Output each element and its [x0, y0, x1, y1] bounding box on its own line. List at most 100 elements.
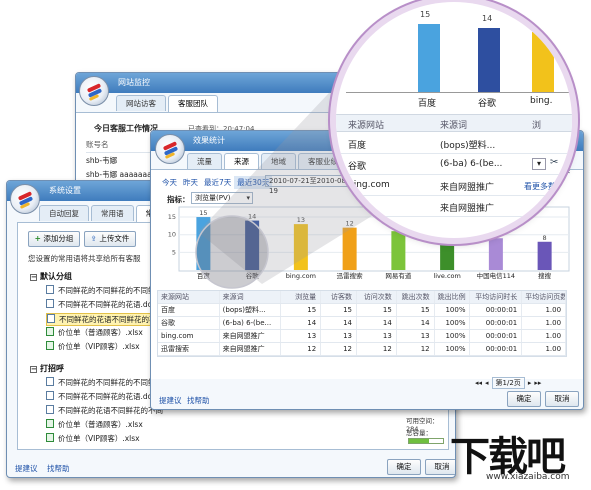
table-header-cell[interactable]: 平均访问时长 [470, 291, 523, 303]
tab-region[interactable]: 地域 [261, 153, 296, 169]
zoom-cell: 谷歌 [348, 162, 367, 172]
file-item[interactable]: 价位单（普通顾客）.xlsx [46, 419, 143, 430]
table-header-cell[interactable]: 浏览量 [281, 291, 322, 303]
file-item[interactable]: 价位单（VIP顾客）.xlsx [46, 433, 140, 444]
monitor-titlebar[interactable]: 网站监控 [76, 73, 354, 93]
table-cell: (bops)塑料... [220, 304, 282, 316]
table-cell: 15 [397, 304, 435, 316]
add-group-label: 添加分组 [43, 234, 74, 243]
bar [293, 224, 308, 270]
stats-help-link[interactable]: 找帮助 [187, 395, 210, 406]
monitor-tabs: 网站访客 客服团队 [116, 95, 218, 112]
tab-auto-reply[interactable]: 自动回复 [39, 205, 89, 221]
file-item[interactable]: 价位单（普通顾客）.xlsx [46, 327, 143, 338]
settings-help-link[interactable]: 找帮助 [47, 463, 70, 474]
metric-label: 指标： [167, 195, 190, 204]
table-cell: 14 [281, 317, 322, 329]
bar [391, 231, 406, 270]
capacity-fill [409, 439, 430, 443]
zoom-cell: 来自网盟推广 [440, 183, 495, 193]
range-links: 今天 昨天 最近7天 最近30天 [159, 176, 273, 189]
table-cell: 00:00:01 [470, 343, 523, 355]
group-greeting[interactable]: − 打招呼 [30, 363, 64, 374]
monitor-col-label: 账号名 [86, 139, 156, 153]
file-item[interactable]: 不同鲜花的不同鲜花的不同鲜 [46, 285, 156, 296]
chevron-down-icon[interactable]: ▾ [532, 158, 546, 170]
zoom-cell: (bops)塑料... [440, 141, 496, 151]
add-group-button[interactable]: + 添加分组 [28, 231, 80, 247]
table-header-cell[interactable]: 来源词 [220, 291, 282, 303]
collapse-icon: − [30, 273, 37, 281]
table-header-cell[interactable]: 跳出比例 [435, 291, 471, 303]
more-data-link[interactable]: 看更多数据 [524, 181, 564, 192]
table-header-cell[interactable]: 访问次数 [357, 291, 397, 303]
xls-icon [46, 327, 54, 336]
bar-value-label: 8 [543, 234, 547, 242]
table-cell: 00:00:01 [470, 304, 523, 316]
file-item[interactable]: 不同鲜花的不同鲜花的不同鲜花 [46, 377, 163, 388]
zoom-table-row: 来自网盟推广 [336, 197, 572, 217]
table-cell: 12 [357, 343, 397, 355]
bar-value-label: 9 [494, 230, 498, 238]
table-header-cell[interactable]: 跳出次数 [397, 291, 435, 303]
bar [440, 234, 455, 270]
metric-select[interactable]: 浏览量(PV) ▾ [191, 192, 253, 204]
doc-icon [46, 391, 54, 400]
file-item[interactable]: 不同鲜花不同鲜花的花语.docx [46, 299, 161, 310]
table-cell: 1.00 [522, 317, 567, 329]
capacity-bar [408, 438, 444, 444]
tab-visitors[interactable]: 网站访客 [116, 95, 166, 111]
doc-icon [46, 405, 54, 414]
zoom-axis [346, 92, 572, 93]
file-item[interactable]: 不同鲜花的花语不同鲜花的不同 [46, 405, 163, 416]
file-item[interactable]: 价位单（VIP顾客）.xlsx [46, 341, 140, 352]
zoom-category-label: bing. [530, 96, 553, 106]
table-row[interactable]: 百度 (bops)塑料... 15 15 15 15 100% 00:00:01 1.00 [158, 304, 567, 317]
stats-cancel-button[interactable]: 取消 [545, 391, 579, 407]
table-cell: 100% [435, 317, 471, 329]
table-header-cell[interactable]: 平均访问页数 [522, 291, 567, 303]
table-cell: 1.00 [522, 343, 567, 355]
table-row[interactable]: bing.com 来自网盟推广 13 13 13 13 100% 00:00:01 1.00 [158, 330, 567, 343]
table-cell: 1.00 [522, 304, 567, 316]
y-tick-label: 10 [168, 231, 176, 239]
bar-value-label: 14 [248, 213, 256, 221]
table-row[interactable]: 谷歌 (6-ba) 6-(be... 14 14 14 14 100% 00:00:01 1.0… [158, 317, 567, 330]
table-cell: 来自网盟推广 [220, 343, 282, 355]
table-header-cell[interactable]: 访客数 [321, 291, 357, 303]
file-item[interactable]: 不同鲜花不同鲜花的花语.docx [46, 391, 161, 402]
table-cell: 14 [357, 317, 397, 329]
pagination: ◂◂ ◂ 第1/2页 ▸ ▸▸ [475, 377, 541, 389]
tab-source[interactable]: 来源 [224, 153, 259, 170]
tab-service-team[interactable]: 客服团队 [168, 95, 218, 112]
first-page-icon[interactable]: ◂◂ [475, 379, 482, 387]
table-row[interactable]: 迅雷搜索 来自网盟推广 12 12 12 12 100% 00:00:01 1.00 [158, 343, 567, 356]
monitor-row[interactable]: shb-韦娜 [86, 155, 117, 166]
bar [342, 227, 357, 270]
prev-page-icon[interactable]: ◂ [485, 379, 489, 387]
category-label: 网易有道 [385, 271, 412, 280]
range-today[interactable]: 今天 [159, 176, 180, 189]
table-cell: 12 [281, 343, 322, 355]
tools-icon[interactable]: ✂ [550, 157, 558, 168]
chevron-down-icon: ▾ [246, 194, 250, 202]
settings-feedback-link[interactable]: 提建议 [15, 463, 38, 474]
zoom-table-row: 百度 (bops)塑料... [336, 134, 572, 154]
tab-phrases[interactable]: 常用语 [91, 205, 134, 221]
range-yesterday[interactable]: 昨天 [180, 176, 201, 189]
last-page-icon[interactable]: ▸▸ [534, 379, 541, 387]
stats-logo-icon [155, 134, 185, 164]
stats-feedback-link[interactable]: 提建议 [159, 395, 182, 406]
next-page-icon[interactable]: ▸ [528, 379, 532, 387]
bar-value-label: 15 [199, 209, 207, 217]
range-7days[interactable]: 最近7天 [201, 176, 234, 189]
group-default[interactable]: − 默认分组 [30, 271, 72, 282]
settings-ok-button[interactable]: 确定 [387, 459, 421, 475]
upload-file-button[interactable]: ⇪ 上传文件 [84, 231, 136, 247]
file-item-selected[interactable]: 不同鲜花的花语不同鲜花的不同 [46, 313, 165, 326]
bar [245, 220, 260, 270]
table-header-cell[interactable]: 来源网站 [158, 291, 220, 303]
tab-traffic[interactable]: 流量 [187, 153, 222, 169]
table-cell: 12 [321, 343, 357, 355]
stats-ok-button[interactable]: 确定 [507, 391, 541, 407]
